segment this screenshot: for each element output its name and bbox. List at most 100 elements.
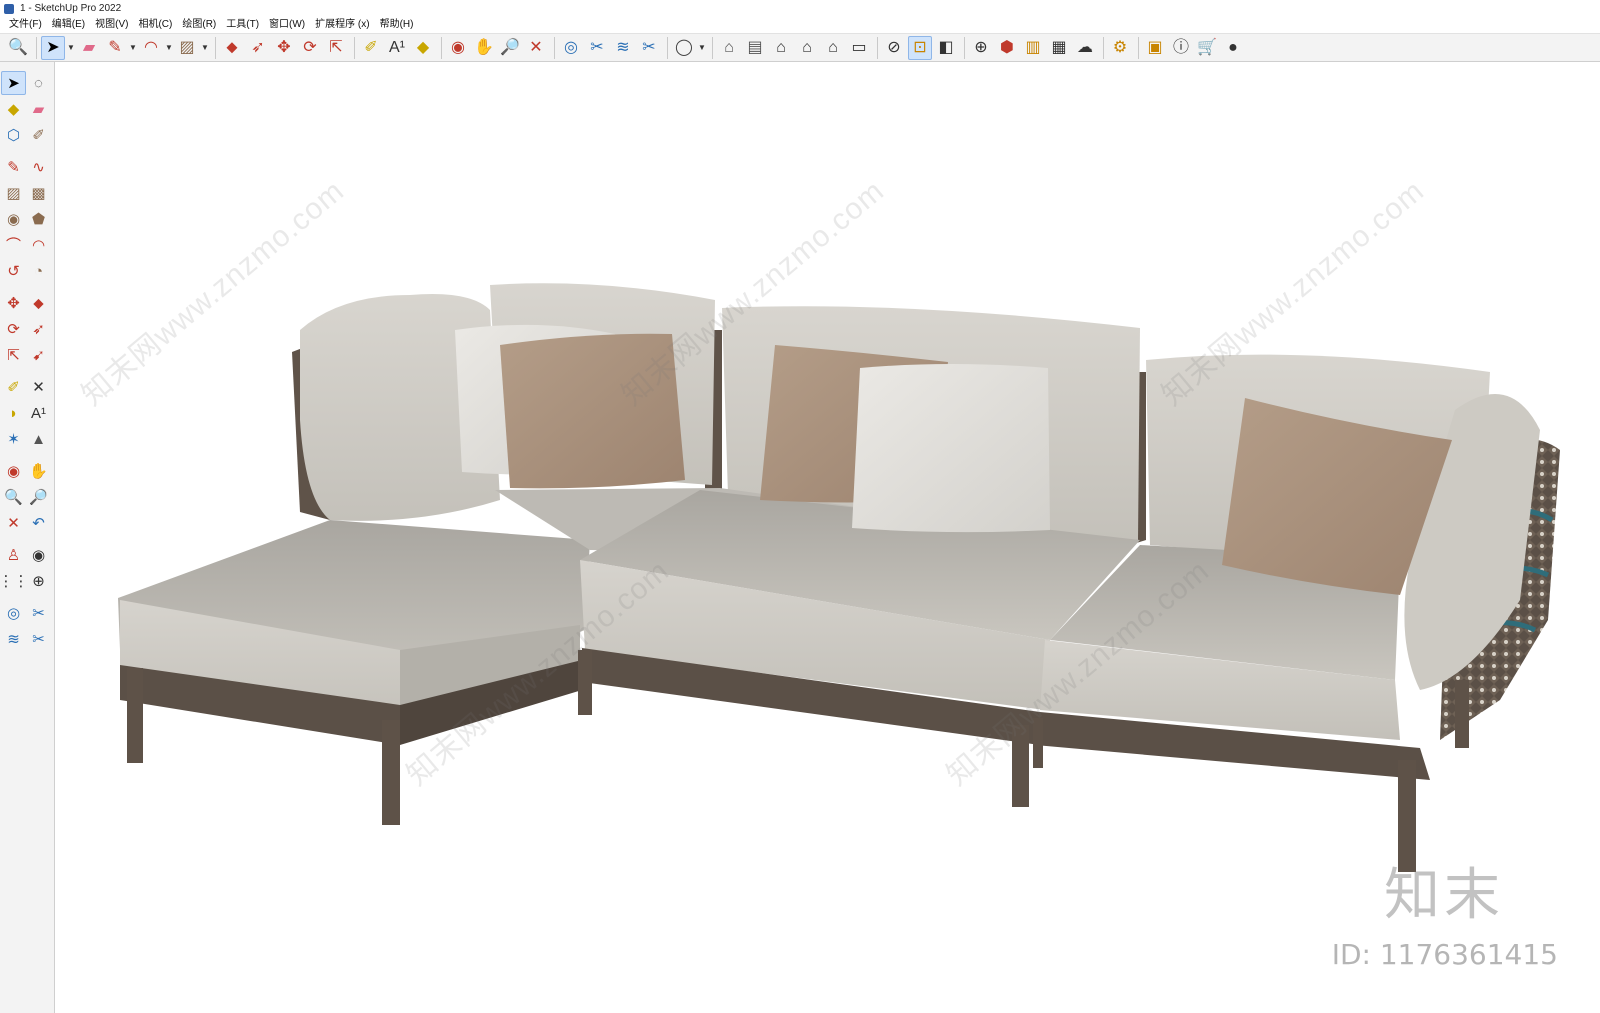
paint-bucket-tool-button[interactable]: ◆	[1, 97, 26, 121]
tape-measure-button[interactable]: ✐	[359, 36, 383, 60]
preview-button[interactable]: ▥	[1021, 36, 1045, 60]
menu-item[interactable]: 扩展程序 (x)	[310, 17, 374, 33]
scale-tool-button[interactable]: ⇱	[1, 343, 26, 367]
move-button[interactable]: ✥	[272, 36, 296, 60]
menu-item[interactable]: 窗口(W)	[264, 17, 310, 33]
two-point-arc-tool-button[interactable]: ◠	[26, 233, 51, 257]
cloud-button[interactable]: ☁	[1073, 36, 1097, 60]
previous-view-tool-button[interactable]: ↶	[26, 511, 51, 535]
follow-me-tool-button[interactable]: ➶	[26, 317, 51, 341]
top-view-button[interactable]: ▤	[743, 36, 767, 60]
tag-tool-button[interactable]: ✐	[26, 123, 51, 147]
settings-button[interactable]: ⚙	[1108, 36, 1132, 60]
text-button[interactable]: A¹	[385, 36, 409, 60]
user-profile-button[interactable]: ◯	[672, 36, 696, 60]
menu-item[interactable]: 工具(T)	[221, 17, 264, 33]
pan-tool-button[interactable]: ✋	[26, 459, 51, 483]
eraser-button[interactable]: ▰	[77, 36, 101, 60]
rotate-tool-button[interactable]: ⟳	[1, 317, 26, 341]
zoom-window-tool-button[interactable]: 🔎	[26, 485, 51, 509]
rectangle-tool-button[interactable]: ▨	[1, 181, 26, 205]
move-tool-button[interactable]: ✥	[1, 291, 26, 315]
front-view-button[interactable]: ⌂	[769, 36, 793, 60]
pie-tool-button[interactable]: ◔	[26, 259, 51, 283]
extension-manager-tool-button[interactable]: ✂	[26, 627, 51, 651]
protractor-tool-button[interactable]: ◗	[1, 401, 26, 425]
chevron-down-icon[interactable]: ▼	[165, 36, 173, 60]
pan-button[interactable]: ✋	[472, 36, 496, 60]
paint-bucket-button[interactable]: ◆	[411, 36, 435, 60]
orbit-tool-button[interactable]: ◉	[1, 459, 26, 483]
add-location-button[interactable]: ⊕	[969, 36, 993, 60]
menu-item[interactable]: 相机(C)	[133, 17, 177, 33]
right-view-button[interactable]: ⌂	[795, 36, 819, 60]
account-button[interactable]: ●	[1221, 36, 1245, 60]
orbit-button[interactable]: ◉	[446, 36, 470, 60]
scenes-button[interactable]: ▣	[1143, 36, 1167, 60]
model-viewport[interactable]: 知末网www.znzmo.com 知末网www.znzmo.com 知末网www…	[56, 62, 1600, 1013]
chevron-down-icon[interactable]: ▼	[129, 36, 137, 60]
menu-item[interactable]: 编辑(E)	[47, 17, 90, 33]
zoom-tool-button[interactable]: 🔍	[1, 485, 26, 509]
menu-item[interactable]: 视图(V)	[90, 17, 133, 33]
extension-warehouse-tool-button[interactable]: ✂	[26, 601, 51, 625]
iso-view-button[interactable]: ⌂	[717, 36, 741, 60]
rectangle-button[interactable]: ▨	[175, 36, 199, 60]
three-point-arc-tool-button[interactable]: ↺	[1, 259, 26, 283]
left-view-button[interactable]: ▭	[847, 36, 871, 60]
cart-button[interactable]: 🛒	[1195, 36, 1219, 60]
chevron-down-icon[interactable]: ▼	[698, 36, 706, 60]
menu-item[interactable]: 绘图(R)	[177, 17, 221, 33]
select-tool-button[interactable]: ➤	[1, 71, 26, 95]
shadow-button[interactable]: ⬢	[995, 36, 1019, 60]
zoom-extents-tool-button[interactable]: ✕	[1, 511, 26, 535]
section-plane-tool-button[interactable]: ⊕	[26, 569, 51, 593]
extension-warehouse-button[interactable]: ✂	[585, 36, 609, 60]
extension-manager-button[interactable]: ✂	[637, 36, 661, 60]
scale-button[interactable]: ⇱	[324, 36, 348, 60]
layer-button[interactable]: ≋	[611, 36, 635, 60]
lasso-select-tool-button[interactable]: ◌	[26, 71, 51, 95]
freehand-tool-button[interactable]: ∿	[26, 155, 51, 179]
section-display-button[interactable]: ⊡	[908, 35, 932, 60]
polygon-tool-button[interactable]: ⬟	[26, 207, 51, 231]
position-camera-tool-button[interactable]: ♙	[1, 543, 26, 567]
push-pull-button[interactable]: ⬥	[220, 36, 244, 60]
follow-me-button[interactable]: ➶	[246, 36, 270, 60]
chevron-down-icon[interactable]: ▼	[67, 36, 75, 60]
offset-tool-button[interactable]: ➹	[26, 343, 51, 367]
push-pull-tool-button[interactable]: ⬥	[26, 291, 51, 315]
info-button[interactable]: ⓘ	[1169, 36, 1193, 60]
rotated-rectangle-tool-button[interactable]: ▩	[26, 181, 51, 205]
look-around-tool-button[interactable]: ◉	[26, 543, 51, 567]
zoom-extents-button[interactable]: ✕	[524, 36, 548, 60]
menu-item[interactable]: 文件(F)	[4, 17, 47, 33]
arc-tool-button[interactable]: ⌒	[1, 233, 26, 257]
styles-button[interactable]: ▦	[1047, 36, 1071, 60]
warehouse-button[interactable]: ◎	[559, 36, 583, 60]
3d-text-tool-button[interactable]: ▲	[26, 427, 51, 451]
warehouse-tool-button[interactable]: ◎	[1, 601, 26, 625]
toolbar-separator	[712, 36, 713, 59]
select-button[interactable]: ➤	[41, 35, 65, 60]
pencil-button[interactable]: ✎	[103, 36, 127, 60]
layer-tool-button[interactable]: ≋	[1, 627, 26, 651]
rotate-button[interactable]: ⟳	[298, 36, 322, 60]
component-tool-button[interactable]: ⬡	[1, 123, 26, 147]
walk-tool-button[interactable]: ⋮⋮	[0, 569, 29, 593]
section-fill-button[interactable]: ◧	[934, 36, 958, 60]
pencil-tool-button[interactable]: ✎	[1, 155, 26, 179]
eraser-tool-button[interactable]: ▰	[26, 97, 51, 121]
zoom-tool-button[interactable]: 🔎	[498, 36, 522, 60]
circle-tool-button[interactable]: ◉	[1, 207, 26, 231]
menu-item[interactable]: 帮助(H)	[375, 17, 419, 33]
text-tool-button[interactable]: A¹	[26, 401, 51, 425]
zoom-button[interactable]: 🔍	[6, 36, 30, 60]
axes-tool-button[interactable]: ✶	[1, 427, 26, 451]
dimension-tool-button[interactable]: ✕	[26, 375, 51, 399]
arc-button[interactable]: ◠	[139, 36, 163, 60]
tape-measure-tool-button[interactable]: ✐	[1, 375, 26, 399]
chevron-down-icon[interactable]: ▼	[201, 36, 209, 60]
back-view-button[interactable]: ⌂	[821, 36, 845, 60]
section-plane-button[interactable]: ⊘	[882, 36, 906, 60]
